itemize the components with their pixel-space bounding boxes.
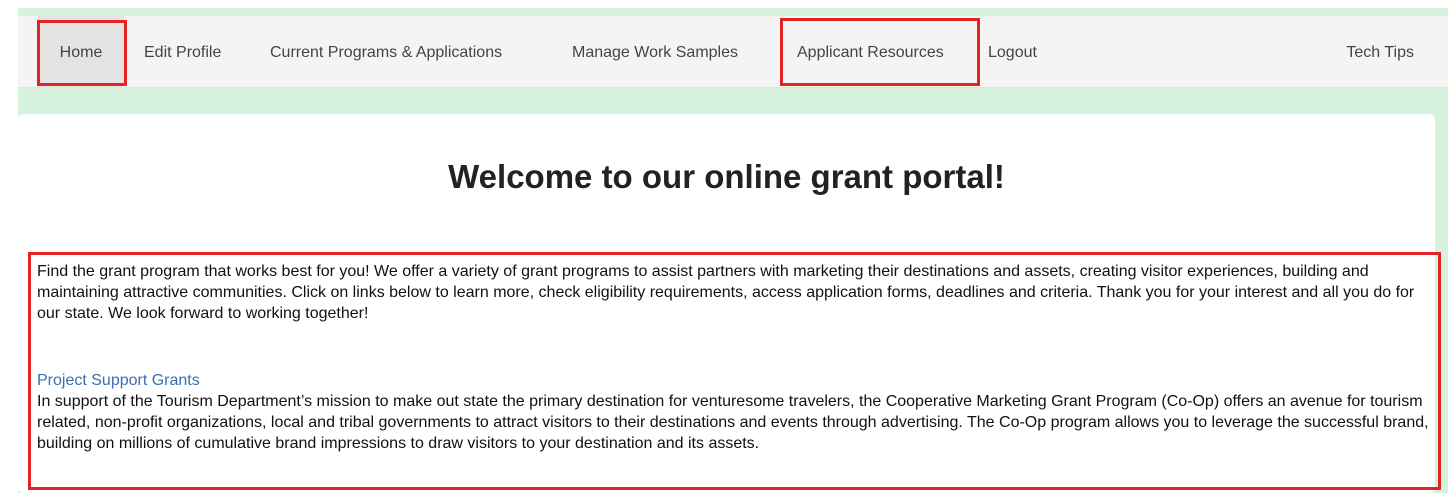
nav-applicant-resources[interactable]: Applicant Resources [797, 16, 944, 88]
nav-current-programs[interactable]: Current Programs & Applications [270, 16, 502, 88]
nav-logout[interactable]: Logout [988, 16, 1037, 88]
nav-tech-tips[interactable]: Tech Tips [1346, 16, 1414, 88]
project-support-grants-link[interactable]: Project Support Grants [37, 370, 200, 391]
top-navbar: Home Edit Profile Current Programs & App… [18, 16, 1448, 88]
project-support-grants-description: In support of the Tourism Department’s m… [37, 393, 1429, 452]
page-title: Welcome to our online grant portal! [448, 158, 1005, 195]
content-card: Welcome to our online grant portal! Find… [18, 114, 1435, 493]
nav-home[interactable]: Home [38, 16, 124, 88]
nav-manage-work-samples[interactable]: Manage Work Samples [572, 16, 738, 88]
nav-edit-profile[interactable]: Edit Profile [144, 16, 221, 88]
intro-text: Find the grant program that works best f… [37, 263, 1415, 322]
